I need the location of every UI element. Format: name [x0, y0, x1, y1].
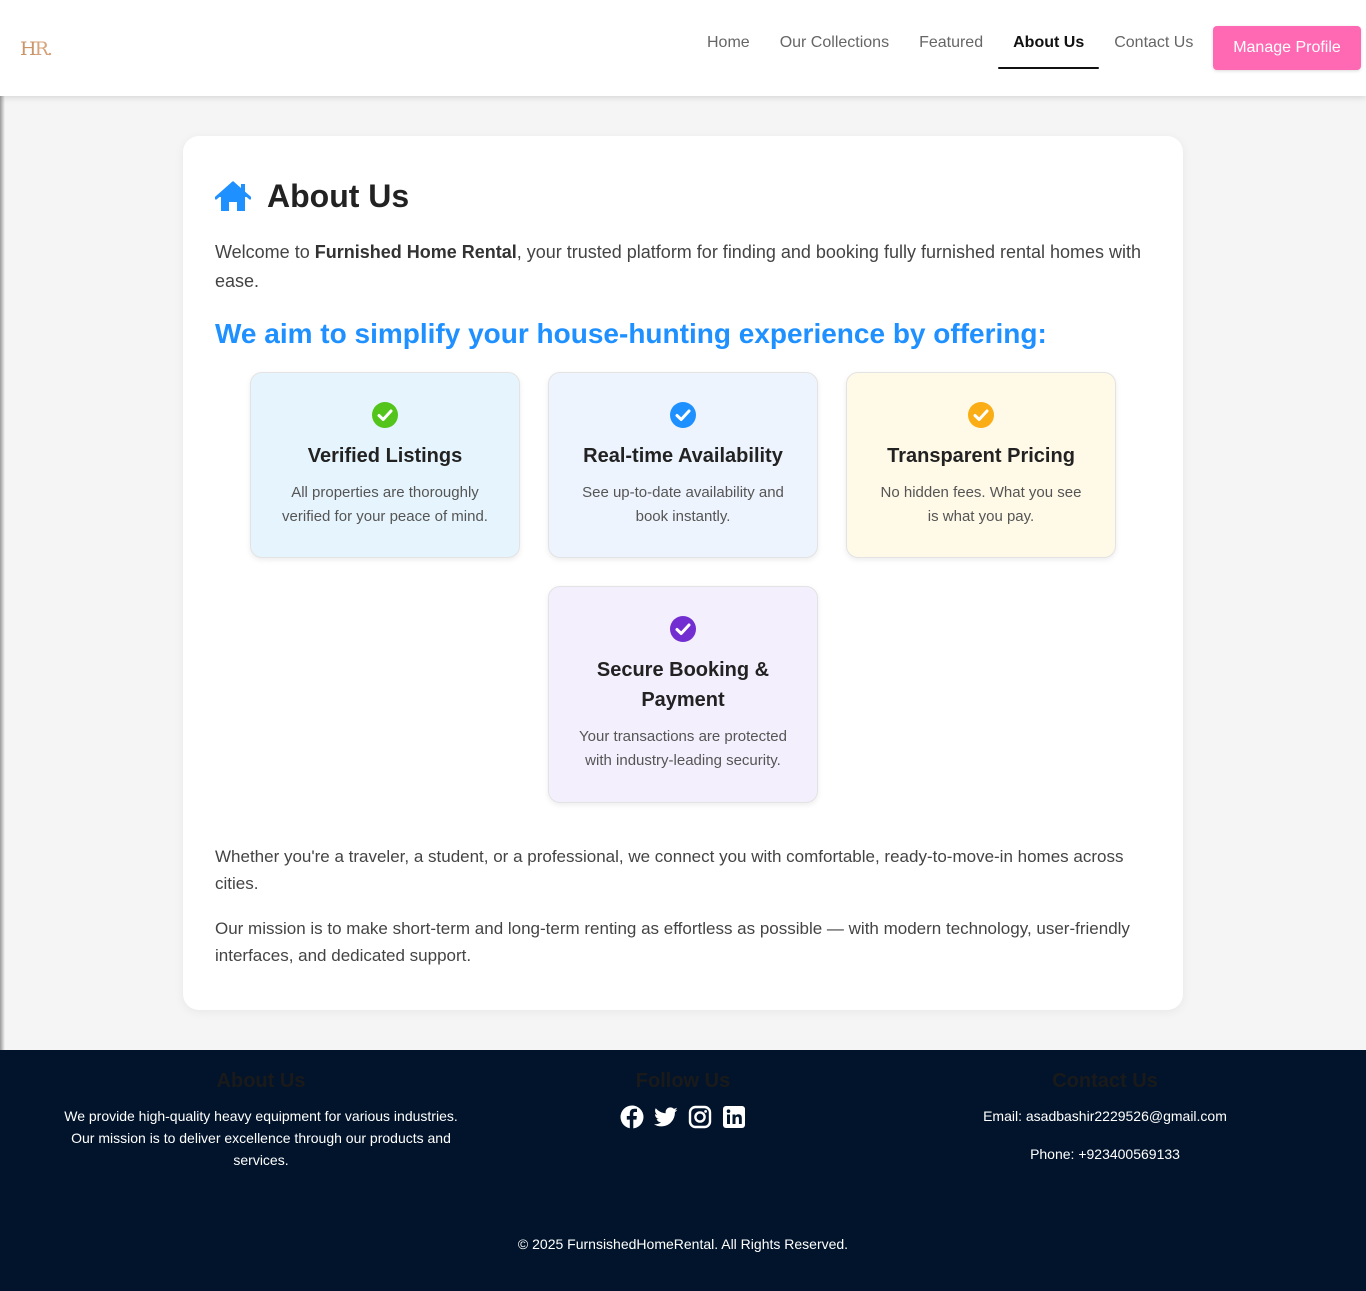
left-edge-shadow [0, 0, 5, 1050]
feature-text: No hidden fees. What you see is what you… [880, 484, 1082, 525]
main-nav: Home Our Collections Featured About Us C… [692, 0, 1208, 96]
feature-card-verified-listings: Verified Listings All properties are tho… [250, 372, 520, 558]
feature-text: All properties are thoroughly verified f… [282, 484, 488, 525]
site-logo[interactable]: HR. [20, 38, 53, 60]
footer-contact-heading: Contact Us [1052, 1070, 1158, 1092]
brand-name: Furnished Home Rental [314, 242, 517, 262]
intro-text: Welcome to Furnished Home Rental, your t… [215, 242, 1142, 291]
home-icon [215, 181, 251, 211]
offering-subtitle: We aim to simplify your house-hunting ex… [215, 318, 1047, 349]
site-footer: About Us We provide high-quality heavy e… [0, 1050, 1366, 1291]
twitter-icon[interactable] [654, 1105, 678, 1129]
feature-title: Transparent Pricing [887, 445, 1075, 467]
page-title-row: About Us [215, 178, 409, 215]
footer-follow: Follow Us [540, 1070, 826, 1129]
nav-about-us[interactable]: About Us [998, 0, 1100, 69]
social-links [540, 1105, 826, 1129]
nav-home[interactable]: Home [692, 0, 765, 69]
facebook-icon[interactable] [620, 1105, 644, 1129]
feature-title: Verified Listings [307, 445, 463, 467]
feature-text: Your transactions are protected with ind… [579, 728, 787, 769]
feature-card-real-time-availability: Real-time Availability See up-to-date av… [548, 372, 818, 558]
feature-title: Secure Booking & Payment [596, 659, 770, 711]
page-title: About Us [267, 178, 410, 214]
feature-card-transparent-pricing: Transparent Pricing No hidden fees. What… [846, 372, 1116, 558]
linkedin-icon[interactable] [722, 1105, 746, 1129]
feature-title: Real-time Availability [583, 445, 783, 467]
feature-text: See up-to-date availability and book ins… [582, 484, 784, 525]
paragraph-mission: Our mission is to make short-term and lo… [215, 919, 1130, 965]
copyright-text: © 2025 FurnsishedHomeRental. All Rights … [517, 1236, 849, 1252]
site-header: HR. Home Our Collections Featured About … [0, 0, 1366, 96]
check-circle-icon [670, 402, 696, 428]
check-circle-icon [372, 402, 398, 428]
footer-contact: Contact Us Email: asadbashir2229526@gmai… [900, 1070, 1310, 1165]
check-circle-icon [968, 402, 994, 428]
nav-our-collections[interactable]: Our Collections [765, 0, 904, 69]
footer-phone[interactable]: Phone: +923400569133 [900, 1143, 1310, 1165]
feature-card-secure-booking: Secure Booking & Payment Your transactio… [548, 586, 818, 803]
footer-follow-heading: Follow Us [635, 1070, 731, 1092]
footer-about: About Us We provide high-quality heavy e… [52, 1070, 470, 1171]
paragraph-audience: Whether you're a traveler, a student, or… [215, 847, 1124, 893]
footer-about-heading: About Us [216, 1070, 306, 1092]
nav-contact-us[interactable]: Contact Us [1099, 0, 1208, 69]
footer-email[interactable]: Email: asadbashir2229526@gmail.com [900, 1105, 1310, 1127]
footer-about-text: We provide high-quality heavy equipment … [64, 1108, 458, 1168]
instagram-icon[interactable] [688, 1105, 712, 1129]
check-circle-icon [670, 616, 696, 642]
manage-profile-button[interactable]: Manage Profile [1213, 26, 1361, 70]
about-card: About Us Welcome to Furnished Home Renta… [183, 136, 1183, 1010]
nav-featured[interactable]: Featured [904, 0, 998, 69]
